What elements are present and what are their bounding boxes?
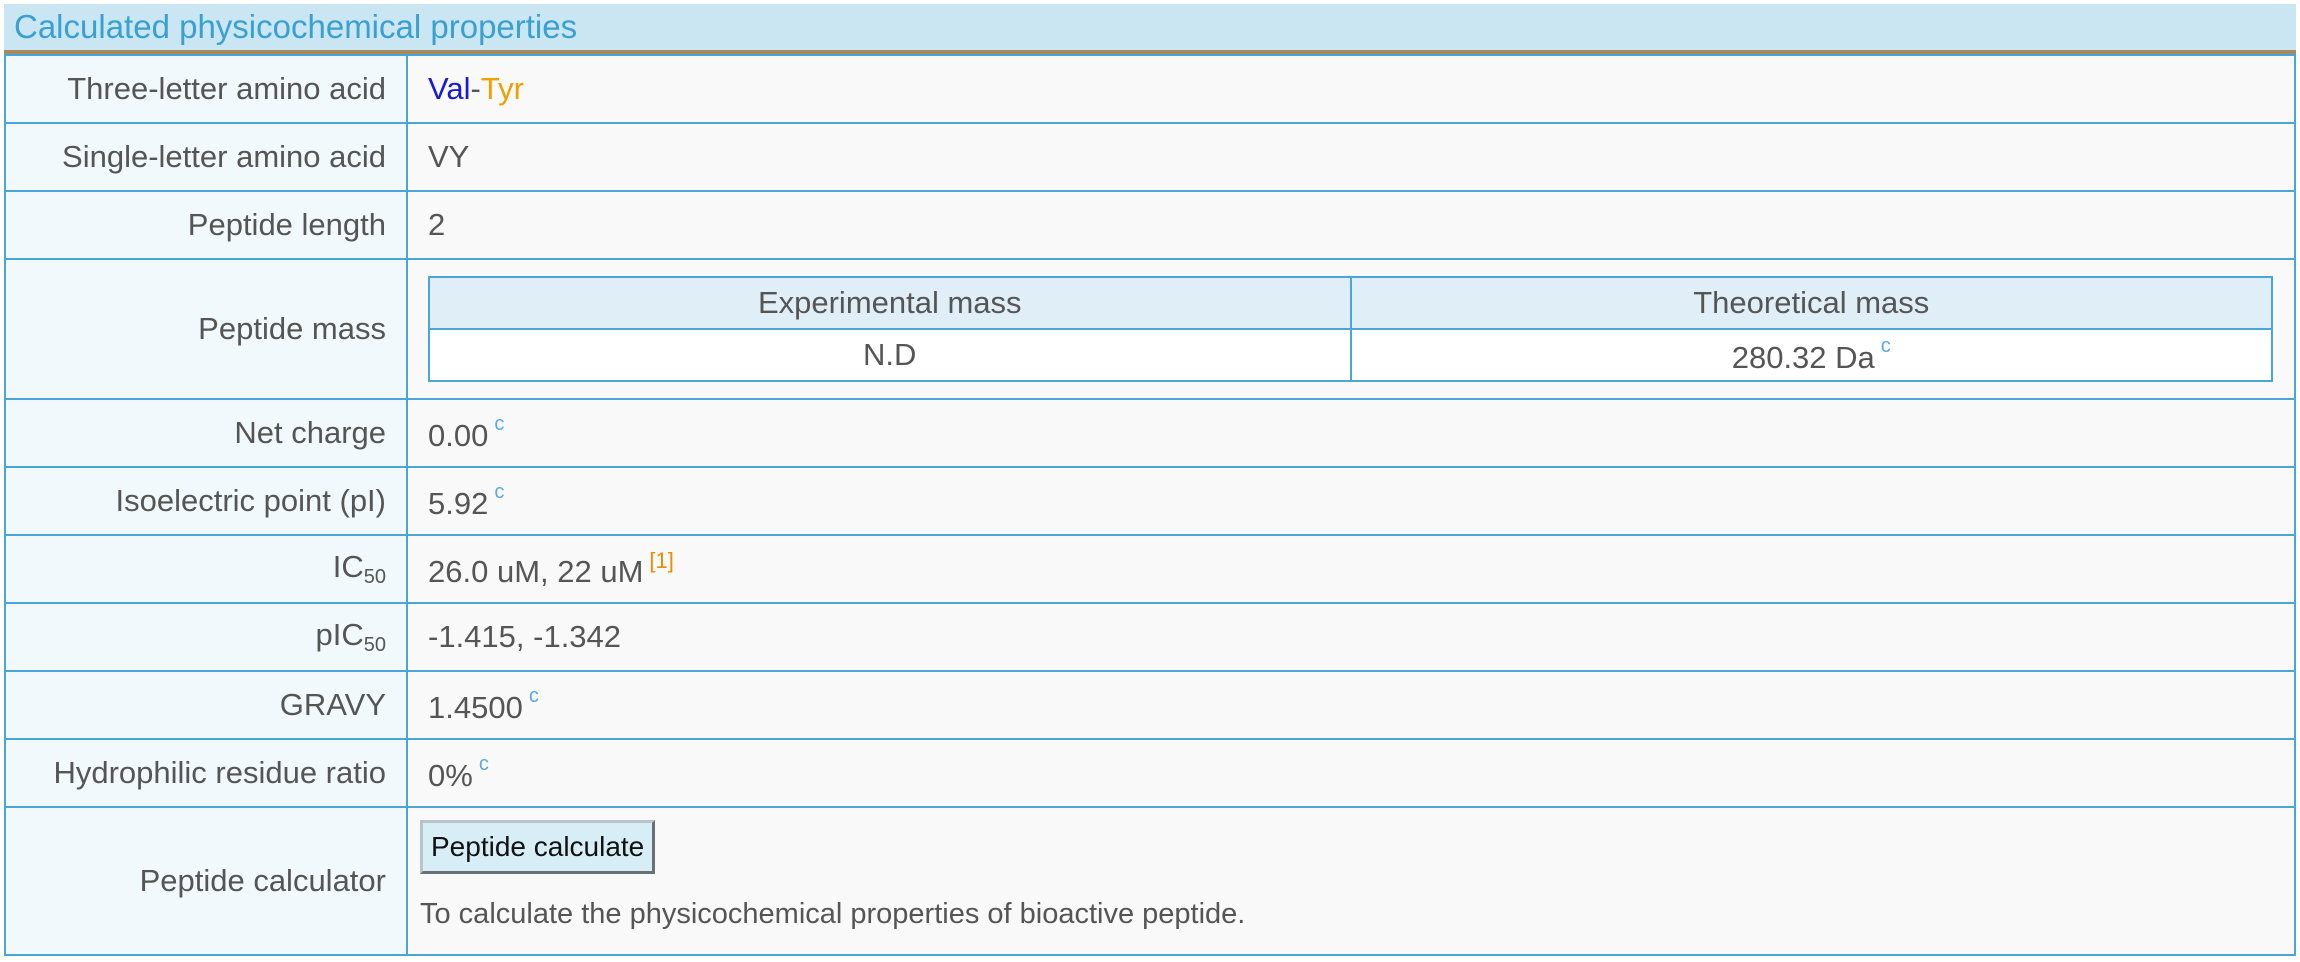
- hydrophilic-cell: 0% c: [406, 738, 2296, 808]
- table-row: Peptide calculator Peptide calculate To …: [4, 806, 2296, 956]
- table-row: Isoelectric point (pI) 5.92 c: [4, 466, 2296, 536]
- calculated-note-link[interactable]: c: [479, 753, 489, 775]
- row-label: Peptide mass: [4, 258, 408, 400]
- table-row: pIC50 -1.415, -1.342: [4, 602, 2296, 672]
- experimental-mass-value: N.D: [428, 328, 1352, 382]
- peptide-mass-cell: Experimental mass Theoretical mass N.D 2…: [406, 258, 2296, 400]
- pic50-label-main: pIC: [315, 617, 364, 652]
- row-label: Hydrophilic residue ratio: [4, 738, 408, 808]
- ic50-label: IC50: [4, 534, 408, 604]
- row-label: Peptide calculator: [4, 806, 408, 956]
- theoretical-mass-cell: 280.32 Da c: [1349, 328, 2273, 382]
- calculated-note-link[interactable]: c: [494, 481, 504, 503]
- row-label: Peptide length: [4, 190, 408, 260]
- table-row: Three-letter amino acid Val-Tyr: [4, 54, 2296, 124]
- row-label: Isoelectric point (pI): [4, 466, 408, 536]
- row-label: Single-letter amino acid: [4, 122, 408, 192]
- physicochemical-panel: Calculated physicochemical properties Th…: [4, 4, 2296, 958]
- table-row: GRAVY 1.4500 c: [4, 670, 2296, 740]
- table-row: IC50 26.0 uM, 22 uM [1]: [4, 534, 2296, 604]
- gravy-cell: 1.4500 c: [406, 670, 2296, 740]
- table-row: Net charge 0.00 c: [4, 398, 2296, 468]
- hydrophilic-value: 0%: [428, 757, 473, 793]
- calculated-note-link[interactable]: c: [529, 685, 539, 707]
- mass-table: Experimental mass Theoretical mass N.D 2…: [428, 276, 2273, 382]
- table-row: Single-letter amino acid VY: [4, 122, 2296, 192]
- table-row: Hydrophilic residue ratio 0% c: [4, 738, 2296, 808]
- row-label: GRAVY: [4, 670, 408, 740]
- peptide-calculate-button[interactable]: Peptide calculate: [420, 820, 656, 874]
- pic50-label: pIC50: [4, 602, 408, 672]
- calculator-cell: Peptide calculate To calculate the physi…: [406, 806, 2296, 956]
- calculated-note-link[interactable]: c: [494, 413, 504, 435]
- peptide-length-value: 2: [406, 190, 2296, 260]
- row-label: Three-letter amino acid: [4, 54, 408, 124]
- experimental-mass-header: Experimental mass: [428, 276, 1352, 330]
- reference-link[interactable]: [1]: [649, 548, 673, 573]
- ic50-label-sub: 50: [363, 566, 386, 588]
- net-charge-cell: 0.00 c: [406, 398, 2296, 468]
- calculated-note-link[interactable]: c: [1881, 335, 1891, 357]
- residue-tyr: Tyr: [480, 71, 524, 106]
- ic50-value: 26.0 uM, 22 uM: [428, 554, 644, 589]
- theoretical-mass-header: Theoretical mass: [1349, 276, 2273, 330]
- pi-cell: 5.92 c: [406, 466, 2296, 536]
- residue-val: Val: [428, 71, 471, 106]
- panel-header: Calculated physicochemical properties: [4, 4, 2296, 54]
- ic50-label-main: IC: [332, 549, 364, 584]
- properties-table: Three-letter amino acid Val-Tyr Single-l…: [4, 54, 2296, 956]
- residue-separator: -: [470, 71, 481, 106]
- gravy-value: 1.4500: [428, 689, 523, 725]
- calculator-description: To calculate the physicochemical propert…: [420, 898, 1246, 930]
- table-row: Peptide length 2: [4, 190, 2296, 260]
- single-letter-value: VY: [406, 122, 2296, 192]
- panel-title: Calculated physicochemical properties: [14, 8, 578, 45]
- pic50-label-sub: 50: [363, 634, 386, 656]
- pi-value: 5.92: [428, 485, 489, 521]
- table-row: Peptide mass Experimental mass Theoretic…: [4, 258, 2296, 400]
- theoretical-mass-value: 280.32 Da: [1731, 339, 1875, 375]
- row-label: Net charge: [4, 398, 408, 468]
- ic50-cell: 26.0 uM, 22 uM [1]: [406, 534, 2296, 604]
- three-letter-value: Val-Tyr: [406, 54, 2296, 124]
- pic50-value: -1.415, -1.342: [406, 602, 2296, 672]
- net-charge-value: 0.00: [428, 417, 489, 453]
